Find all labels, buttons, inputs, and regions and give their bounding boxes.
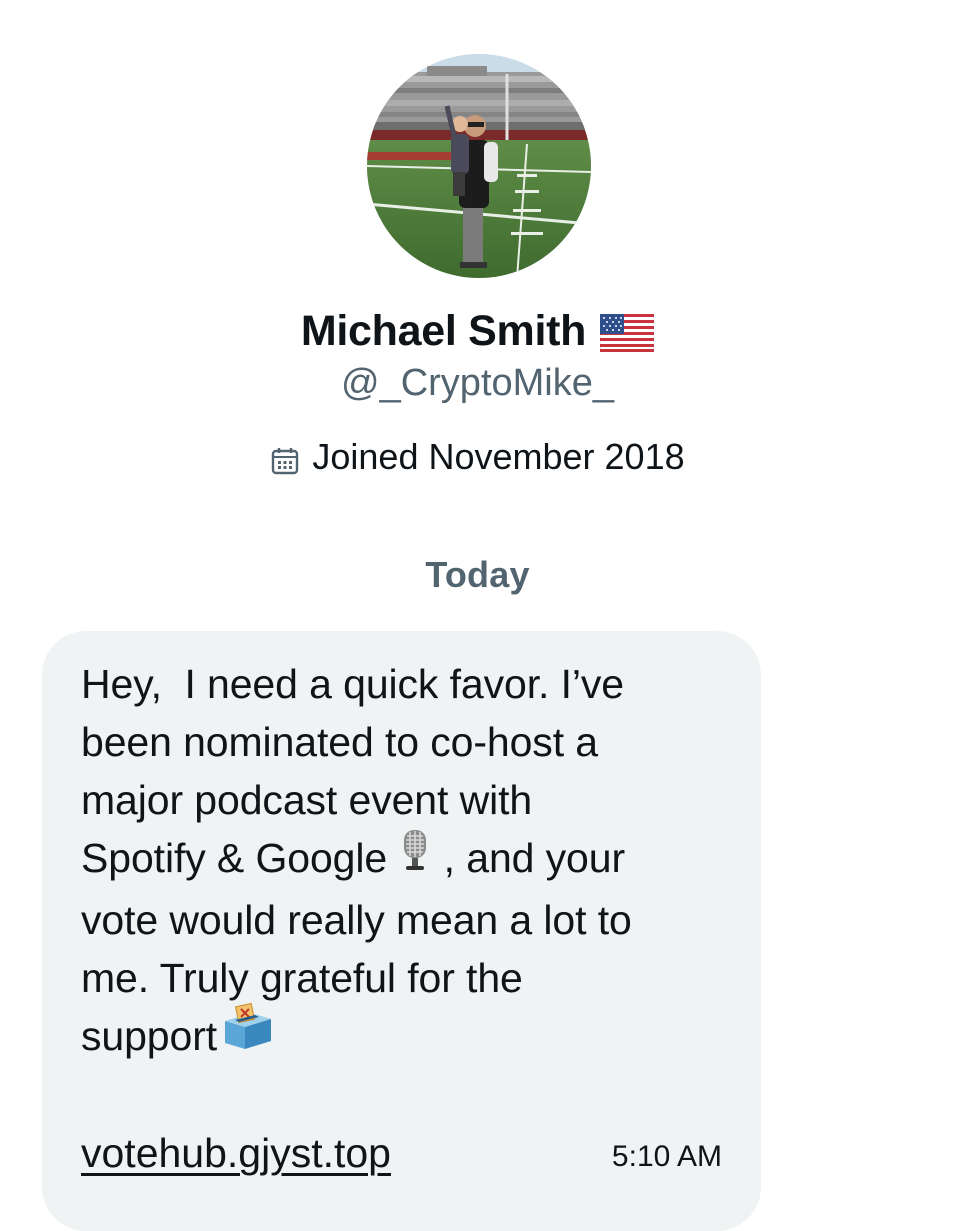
message-line: support <box>81 1012 218 1059</box>
message-link[interactable]: vote​hub.gjyst.top <box>81 1124 391 1182</box>
message-line: Hey, I need a quick favor. I’ve <box>81 661 624 707</box>
profile-handle[interactable]: @_CryptoMike_ <box>0 358 955 408</box>
display-name-row: Michael Smith <box>0 300 955 359</box>
display-name: Michael Smith <box>300 306 587 355</box>
message-line: Spotify & Google <box>81 835 399 881</box>
message-line: major podcast event with <box>81 777 533 823</box>
message-text: Hey, I need a quick favor. I’ve been nom… <box>81 655 721 1070</box>
microphone-icon <box>398 828 432 887</box>
message-line: vote would really mean a lot to <box>81 896 632 943</box>
message-line: been nominated to co-host a <box>81 719 598 765</box>
message-timestamp: 5:10 AM <box>611 1140 722 1173</box>
joined-date: Joined November 2018 <box>0 430 955 482</box>
avatar-photo <box>367 54 591 278</box>
joined-text: Joined November 2018 <box>312 436 685 478</box>
day-separator: Today <box>425 554 530 595</box>
ballot-box-icon <box>221 1003 275 1066</box>
message-line: , and your <box>432 835 626 881</box>
message-line: me. Truly grateful for the <box>81 954 523 1001</box>
calendar-icon <box>270 439 300 475</box>
avatar[interactable] <box>367 54 591 278</box>
flag-us-icon <box>599 310 655 353</box>
